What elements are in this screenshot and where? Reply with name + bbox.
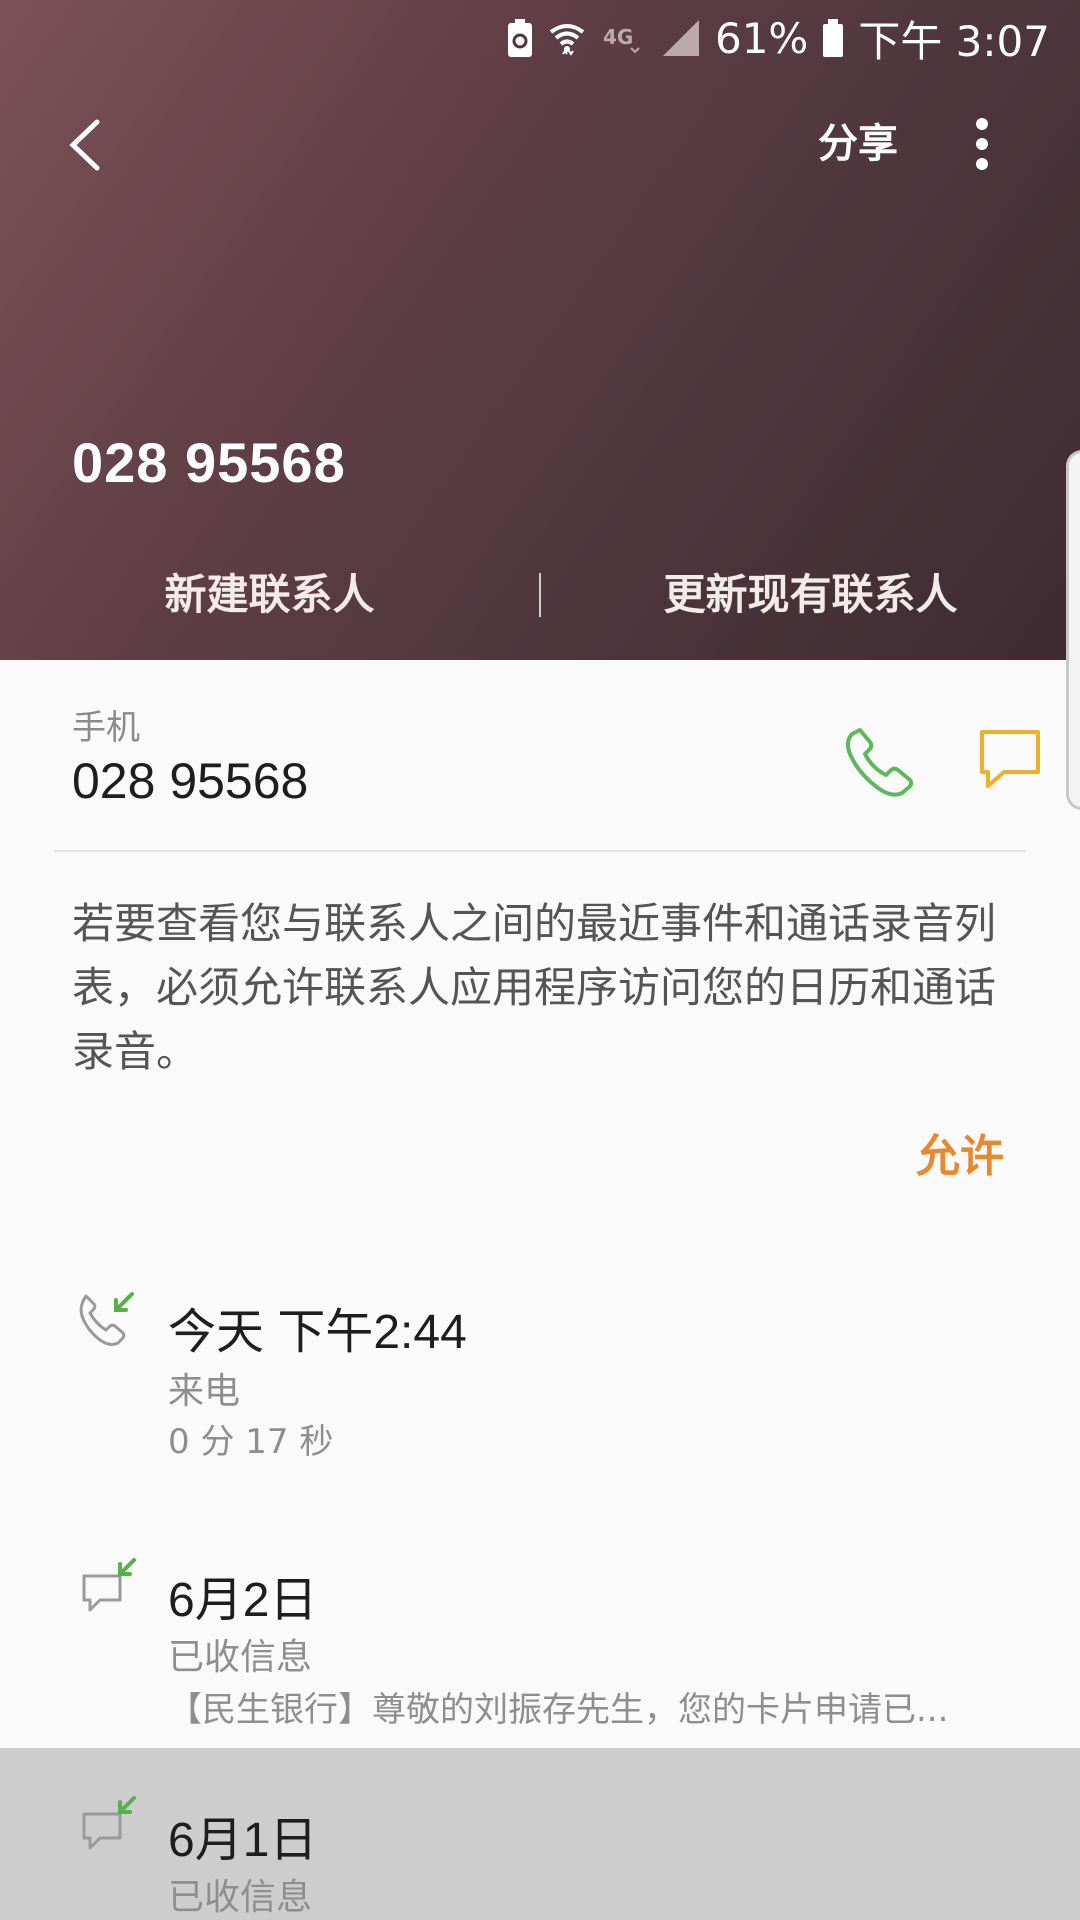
log-item-message[interactable]: 6月2日 已收信息 【民生银行】尊敬的刘振存先生，您的卡片申请已... — [0, 1510, 1080, 1746]
incoming-call-icon — [79, 1292, 134, 1346]
section-divider — [54, 850, 1026, 852]
received-message-icon — [82, 1796, 136, 1850]
battery-percent: 61% — [714, 13, 809, 63]
log-item-call[interactable]: 今天 下午2:44 来电 0 分 17 秒 — [0, 1250, 1080, 1490]
log-date: 今天 下午2:44 — [168, 1306, 467, 1359]
back-arrow-icon — [69, 119, 100, 171]
log-item-message[interactable]: 6月1日 已收信息 — [0, 1748, 1080, 1920]
log-date: 6月2日 — [168, 1574, 318, 1627]
phone-number: 028 95568 — [72, 753, 309, 809]
wifi-icon — [549, 24, 585, 56]
allow-button[interactable]: 允许 — [916, 1120, 1004, 1184]
contact-title-number: 028 95568 — [72, 431, 346, 494]
phone-type-label: 手机 — [72, 708, 140, 748]
new-contact-button[interactable]: 新建联系人 — [0, 560, 539, 630]
log-date: 6月1日 — [168, 1814, 318, 1867]
contact-header: 4G 61% 下午 3:07 分享 028 95568 新建联系人 更新现有联系… — [0, 0, 1080, 660]
message-button[interactable] — [970, 720, 1050, 800]
message-bubble-icon — [980, 730, 1040, 788]
edge-panel-handle[interactable] — [1066, 450, 1080, 810]
status-time: 下午 3:07 — [858, 16, 1050, 66]
permission-message: 若要查看您与联系人之间的最近事件和通话录音列表，必须允许联系人应用程序访问您的日… — [72, 899, 997, 1076]
more-options-button[interactable] — [960, 112, 1004, 176]
log-detail: 【民生银行】尊敬的刘振存先生，您的卡片申请已... — [168, 1690, 949, 1730]
4g-icon: 4G — [603, 25, 640, 54]
call-button[interactable] — [840, 720, 920, 800]
phone-entry[interactable]: 手机 028 95568 — [0, 660, 1080, 850]
contact-actions: 新建联系人 更新现有联系人 — [0, 560, 1080, 630]
phone-icon — [845, 728, 914, 797]
log-type: 已收信息 — [168, 1637, 313, 1678]
contact-details: 手机 028 95568 若要查看您与联系人之间的最近事件和通话录音列表，必须允… — [0, 660, 1080, 1920]
log-type: 已收信息 — [168, 1877, 313, 1918]
update-existing-contact-button[interactable]: 更新现有联系人 — [541, 560, 1080, 630]
svg-text:4G: 4G — [603, 25, 633, 49]
battery-saver-icon — [507, 19, 532, 57]
received-message-icon — [82, 1558, 136, 1612]
more-vertical-icon — [976, 118, 988, 170]
battery-icon — [823, 19, 844, 57]
signal-icon — [662, 20, 699, 56]
share-button[interactable]: 分享 — [818, 112, 898, 176]
log-detail: 0 分 17 秒 — [168, 1422, 334, 1462]
back-button[interactable] — [54, 110, 114, 180]
log-type: 来电 — [168, 1371, 241, 1412]
status-bar: 4G 61% 下午 3:07 — [507, 10, 1050, 66]
